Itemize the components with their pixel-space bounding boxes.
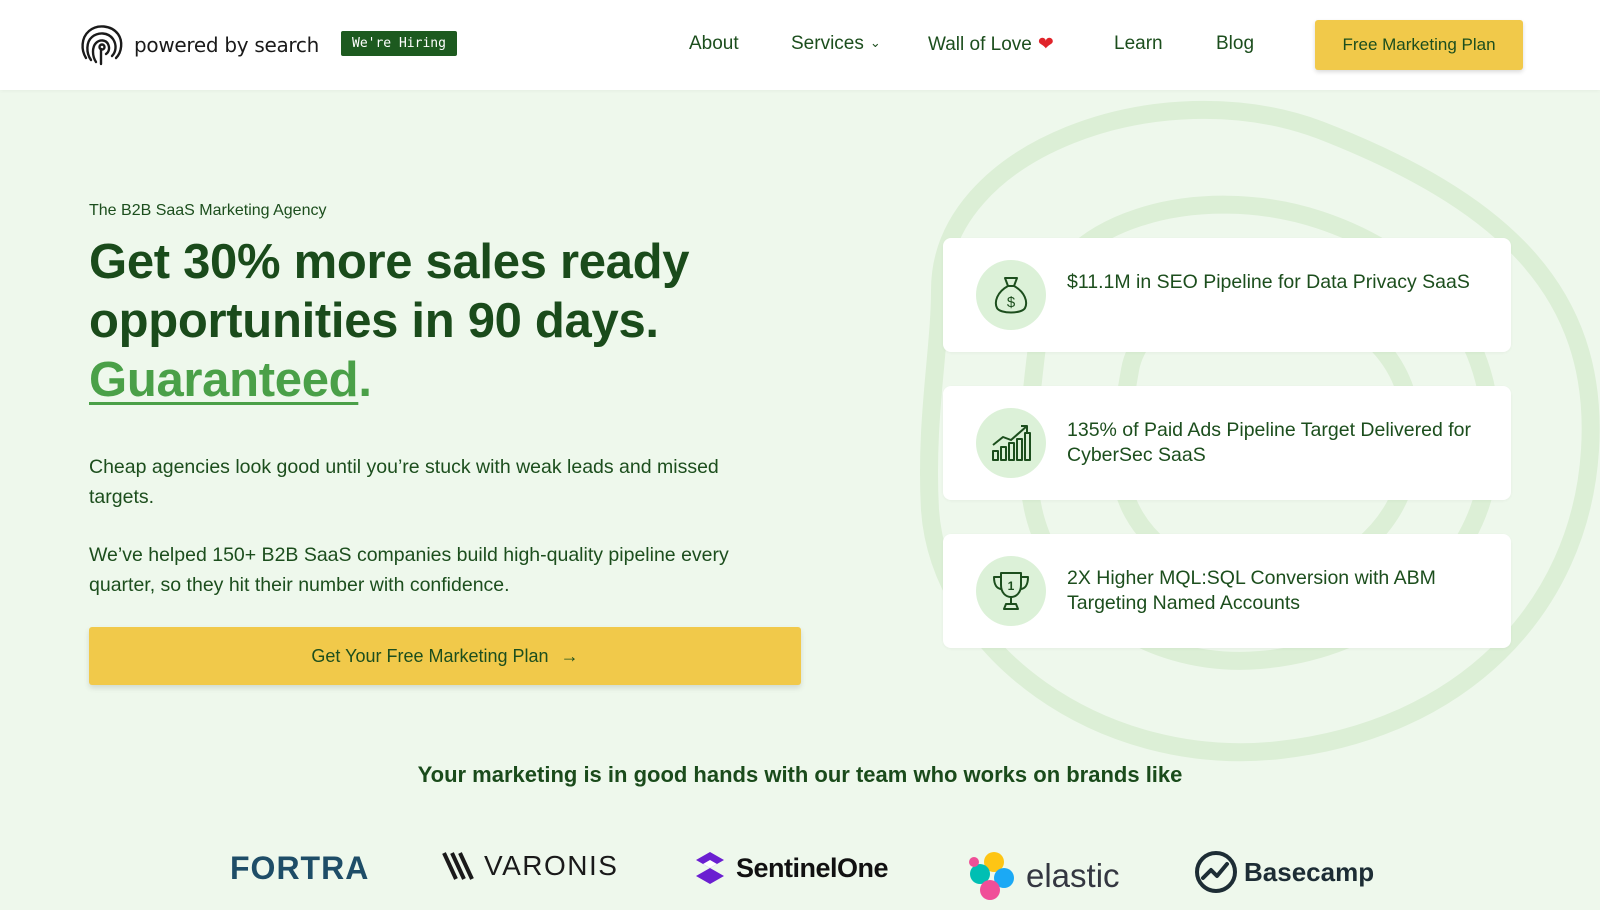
heart-icon: ❤: [1037, 34, 1054, 55]
hero-paragraph-1: Cheap agencies look good until you’re st…: [89, 456, 719, 508]
svg-text:$: $: [1007, 294, 1016, 311]
logo-text: powered by search: [134, 33, 319, 57]
result-card: $ $11.1M in SEO Pipeline for Data Privac…: [943, 238, 1511, 352]
sentinelone-wordmark: SentinelOne: [736, 852, 889, 883]
free-marketing-plan-button[interactable]: Free Marketing Plan: [1315, 20, 1523, 70]
nav-item-blog[interactable]: Blog: [1216, 33, 1254, 55]
result-card-text: 2X Higher MQL:SQL Conversion with ABM Ta…: [1067, 567, 1436, 614]
nav-item-services-label: Services: [791, 33, 864, 54]
money-bag-icon: $: [976, 260, 1046, 330]
sentinelone-mark-icon: [696, 852, 724, 884]
chevron-down-icon: ⌄: [869, 35, 881, 50]
get-free-marketing-plan-button[interactable]: Get Your Free Marketing Plan →: [89, 627, 801, 685]
hiring-badge[interactable]: We're Hiring: [341, 31, 457, 56]
trophy-icon: 1: [976, 556, 1046, 626]
nav-item-wall-of-love-label: Wall of Love: [928, 34, 1032, 55]
result-card-text: 135% of Paid Ads Pipeline Target Deliver…: [1067, 419, 1471, 466]
brand-logo-basecamp: Basecamp: [1194, 850, 1374, 894]
brands-title: Your marketing is in good hands with our…: [417, 762, 1183, 787]
bar-chart-growth-icon: [976, 408, 1046, 478]
result-card-text: $11.1M in SEO Pipeline for Data Privacy …: [1067, 271, 1470, 293]
fingerprint-logo-icon: [81, 25, 123, 66]
hero-headline: Get 30% more sales ready opportunities i…: [89, 233, 809, 410]
elastic-wordmark: elastic: [1026, 857, 1120, 894]
nav-item-services[interactable]: Services ⌄: [791, 33, 881, 55]
brand-logo-elastic: elastic: [966, 850, 1120, 902]
elastic-mark-icon: [969, 852, 1014, 900]
headline-line-1: Get 30% more sales ready: [89, 235, 690, 289]
brand-logo-varonis: VARONIS: [442, 850, 618, 882]
brand-logo-fortra: FORTRA: [230, 850, 370, 886]
headline-period: .: [358, 353, 372, 407]
brand-logo-sentinelone: SentinelOne: [694, 850, 889, 886]
hero-eyebrow: The B2B SaaS Marketing Agency: [89, 202, 327, 219]
svg-text:1: 1: [1008, 579, 1015, 593]
nav-item-learn[interactable]: Learn: [1114, 33, 1163, 55]
basecamp-mark-icon: [1195, 851, 1237, 893]
site-header: powered by search We're Hiring About Ser…: [0, 0, 1600, 90]
basecamp-wordmark: Basecamp: [1244, 856, 1375, 887]
nav-item-wall-of-love[interactable]: Wall of Love ❤: [928, 33, 1054, 56]
varonis-mark-icon: [442, 852, 474, 880]
cta-main-label: Get Your Free Marketing Plan: [311, 645, 549, 666]
varonis-wordmark: VARONIS: [484, 850, 619, 881]
headline-line-2: opportunities in 90 days.: [89, 294, 659, 348]
arrow-right-icon: →: [560, 645, 579, 666]
result-card: 135% of Paid Ads Pipeline Target Deliver…: [943, 386, 1511, 500]
headline-accent: Guaranteed: [89, 353, 359, 407]
result-card: 1 2X Higher MQL:SQL Conversion with ABM …: [943, 534, 1511, 648]
nav-item-about[interactable]: About: [689, 33, 739, 55]
hero-paragraph-2: We’ve helped 150+ B2B SaaS companies bui…: [89, 544, 729, 596]
logo[interactable]: powered by search: [78, 22, 319, 68]
